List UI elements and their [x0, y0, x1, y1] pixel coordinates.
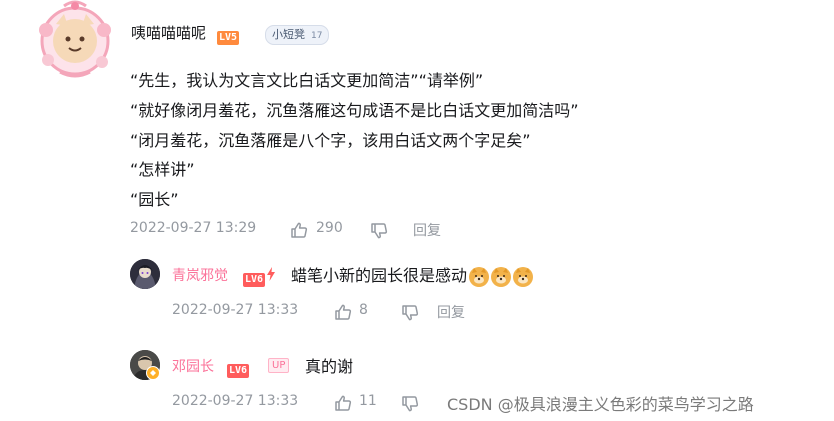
avatar-frame-icon	[39, 0, 111, 78]
comment-line: “园长”	[130, 190, 179, 209]
like-button[interactable]	[290, 219, 308, 239]
comment-line: “闭月羞花，沉鱼落雁是八个字，该用白话文两个字足矣”	[130, 131, 531, 150]
thumbs-down-icon	[402, 304, 419, 320]
thumbs-up-icon	[291, 222, 308, 238]
comment-line: “怎样讲”	[130, 160, 195, 179]
fan-badge-level: 17	[311, 31, 323, 41]
thumbs-down-icon	[371, 222, 388, 238]
reply-avatar[interactable]	[130, 350, 162, 382]
up-badge: UP	[268, 358, 290, 373]
verified-icon	[146, 366, 160, 380]
avatar-image-icon	[130, 259, 160, 289]
level-label: LV6	[227, 364, 250, 378]
doge-emoji-icon	[469, 266, 490, 287]
comment-line: “就好像闭月羞花，沉鱼落雁这句成语不是比白话文更加简洁吗”	[130, 101, 579, 120]
dislike-button[interactable]	[370, 220, 388, 240]
thumbs-up-icon	[335, 304, 352, 320]
thumbs-down-icon	[402, 395, 419, 411]
comment-line: “先生，我认为文言文比白话文更加简洁”“请举例”	[130, 71, 484, 90]
like-button[interactable]	[334, 392, 352, 412]
reply-content: 蜡笔小新的园长很是感动	[291, 262, 534, 287]
dislike-button[interactable]	[401, 393, 419, 413]
lightning-icon	[267, 267, 276, 281]
level-label: LV5	[217, 31, 240, 45]
thumbs-up-icon	[335, 395, 352, 411]
level-badge: LV6	[243, 267, 276, 287]
reply-avatar[interactable]	[130, 259, 160, 289]
level-badge: LV6	[227, 358, 250, 378]
reply-text: 真的谢	[305, 357, 354, 376]
dislike-button[interactable]	[401, 302, 419, 322]
reply-timestamp: 2022-09-27 13:33	[172, 302, 299, 318]
reply-text: 蜡笔小新的园长很是感动	[291, 266, 468, 285]
reply-button[interactable]: 回复	[437, 302, 465, 322]
comment-username[interactable]: 咦喵喵喵呢	[131, 22, 206, 43]
level-badge: LV5	[217, 25, 240, 45]
reply-username[interactable]: 青岚邪觉	[172, 265, 228, 285]
reply-username[interactable]: 邓园长	[172, 356, 214, 376]
like-count: 8	[359, 302, 368, 318]
fan-badge[interactable]: 小短凳 17	[265, 25, 330, 45]
doge-emoji-icon	[513, 266, 534, 287]
reply-timestamp: 2022-09-27 13:33	[172, 393, 299, 409]
doge-emoji-icon	[491, 266, 512, 287]
like-button[interactable]	[334, 301, 352, 321]
level-label: LV6	[243, 273, 266, 287]
like-count: 290	[316, 220, 343, 236]
watermark: CSDN @极具浪漫主义色彩的菜鸟学习之路	[447, 395, 754, 414]
like-count: 11	[359, 393, 377, 409]
fan-badge-label: 小短凳	[272, 28, 305, 41]
reply-button[interactable]: 回复	[413, 220, 441, 240]
comment-timestamp: 2022-09-27 13:29	[130, 220, 257, 236]
user-avatar[interactable]	[34, 0, 116, 82]
